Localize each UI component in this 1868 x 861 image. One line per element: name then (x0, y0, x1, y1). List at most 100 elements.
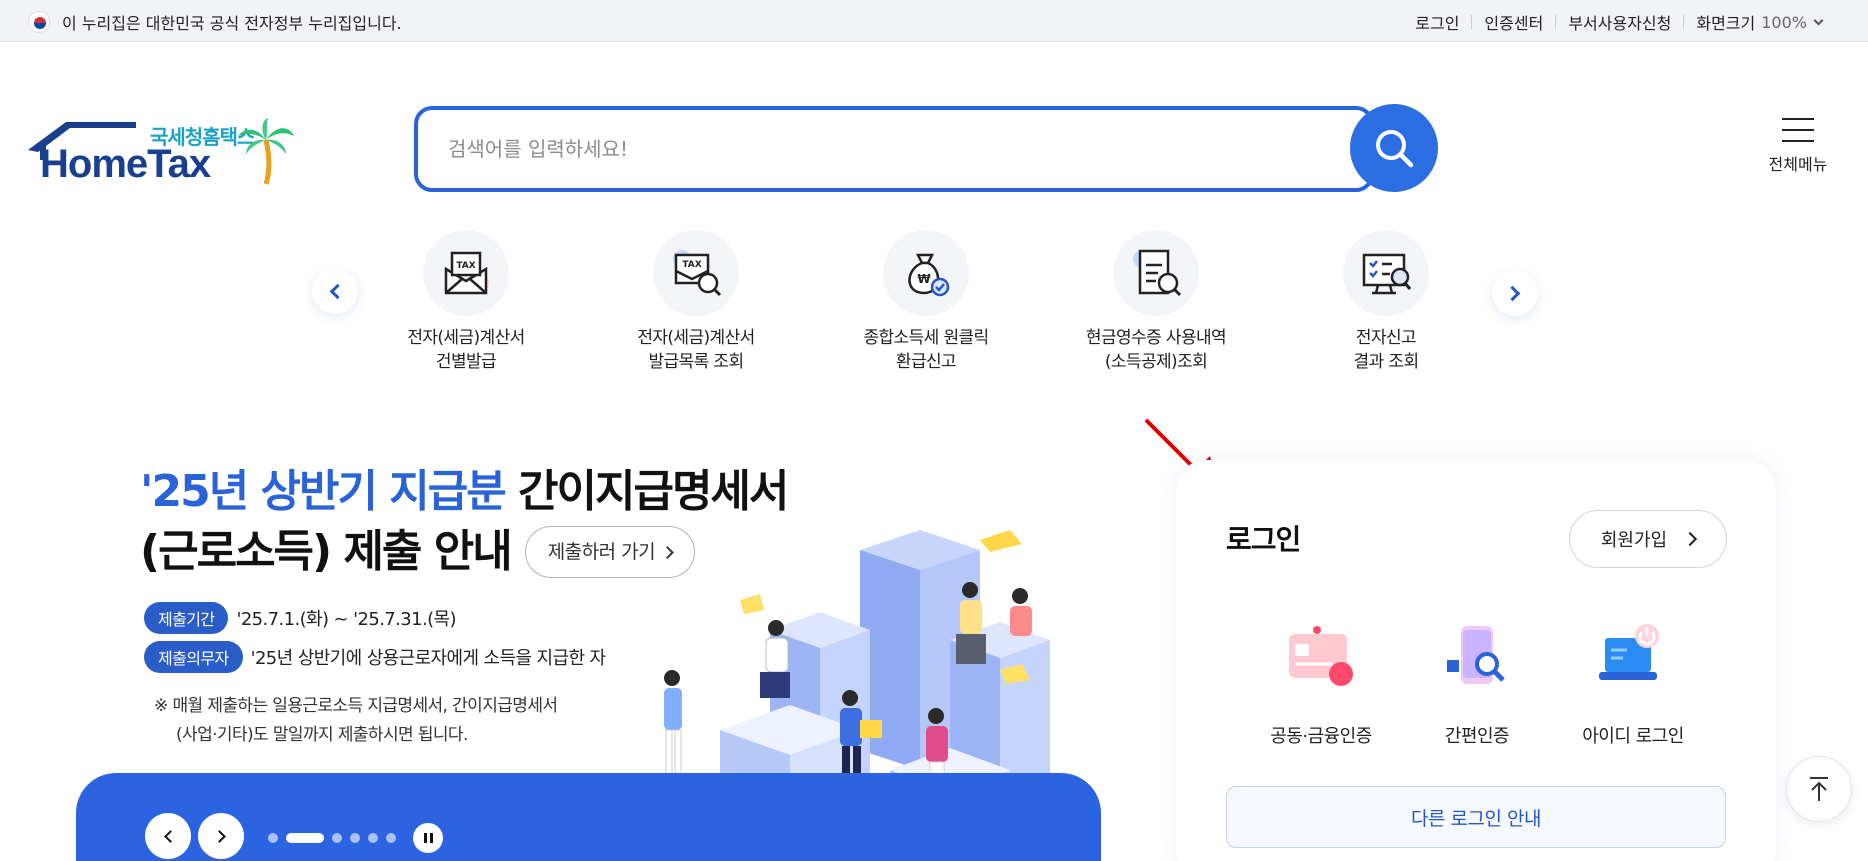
login-option-simple[interactable]: 간편인증 (1392, 620, 1562, 748)
chevron-left-icon (329, 283, 346, 299)
zoom-dropdown[interactable]: 화면크기 100% (1696, 10, 1824, 34)
duty-text: '25년 상반기에 상용근로자에게 소득을 지급한 자 (250, 648, 607, 669)
period-badge: 제출기간 (144, 602, 229, 634)
gov-notice-text[interactable]: 이 누리집은 대한민국 공식 전자정부 누리집입니다. (62, 10, 402, 34)
certificate-card-icon (1289, 626, 1353, 686)
quick-menu-item[interactable]: 현금영수증 사용내역 (소득공제)조회 (1056, 230, 1256, 374)
banner-note: ※ 매월 제출하는 일용근로소득 지급명세서, 간이지급명세서 (사업·기타)도… (154, 692, 558, 750)
quick-menu-item[interactable]: ₩ 종합소득세 원클릭 환급신고 (826, 230, 1026, 374)
quick-menu-label-line1: 전자(세금)계산서 (407, 328, 525, 348)
utility-cert-center-link[interactable]: 인증센터 (1484, 10, 1543, 34)
quick-menu-label-line1: 전자(세금)계산서 (637, 328, 755, 348)
quick-menu-label: 전자(세금)계산서 건별발급 (366, 326, 566, 374)
chevron-right-icon (1683, 531, 1698, 547)
quick-menu-label: 현금영수증 사용내역 (소득공제)조회 (1056, 326, 1256, 374)
login-option-label: 간편인증 (1444, 726, 1510, 747)
chevron-left-icon (163, 829, 177, 843)
login-option-id[interactable]: 아이디 로그인 (1548, 620, 1718, 748)
arrow-up-icon (1810, 777, 1828, 801)
login-card: 로그인 회원가입 공동·금융인증 간편인증 아이디 로그인 다른 로그인 안내 (1176, 460, 1776, 861)
full-menu-label: 전체메뉴 (1768, 155, 1828, 174)
divider (1555, 15, 1557, 29)
pause-icon (423, 833, 427, 843)
quick-menu-label: 종합소득세 원클릭 환급신고 (826, 326, 1026, 374)
join-button[interactable]: 회원가입 (1569, 510, 1727, 568)
other-login-label: 다른 로그인 안내 (1411, 807, 1541, 830)
quick-menu-prev-button[interactable] (312, 268, 358, 314)
quick-menu-label: 전자(세금)계산서 발급목록 조회 (596, 326, 796, 374)
receipt-search-icon (1113, 230, 1199, 316)
utility-dept-user-link[interactable]: 부서사용자신청 (1568, 10, 1671, 34)
banner-title-text: 간이지급명세서 (518, 466, 789, 517)
svg-text:TAX: TAX (682, 260, 701, 270)
quick-menu-label: 전자신고 결과 조회 (1286, 326, 1486, 374)
laptop-power-icon (1599, 624, 1659, 680)
search-icon (1376, 130, 1414, 168)
banner-note-line1: ※ 매월 제출하는 일용근로소득 지급명세서, 간이지급명세서 (154, 696, 558, 716)
join-label: 회원가입 (1600, 530, 1668, 551)
period-text: '25.7.1.(화) ~ '25.7.31.(목) (236, 609, 456, 630)
pagination-dot[interactable] (286, 833, 324, 843)
duty-badge: 제출의무자 (144, 641, 243, 673)
banner-duty-row: 제출의무자 '25년 상반기에 상용근로자에게 소득을 지급한 자 (144, 641, 606, 673)
hamburger-icon (1782, 118, 1814, 142)
full-menu-button[interactable]: 전체메뉴 (1760, 118, 1836, 184)
svg-text:TAX: TAX (456, 261, 475, 271)
chevron-right-icon (1504, 285, 1521, 301)
chevron-down-icon (1813, 15, 1824, 25)
quick-menu-label-line1: 현금영수증 사용내역 (1085, 328, 1227, 348)
hometax-logo[interactable]: 국세청홈택스 HomeTax (26, 116, 306, 190)
banner-prev-button[interactable] (145, 813, 191, 859)
quick-menu-label-line2: (소득공제)조회 (1104, 352, 1208, 372)
monitor-check-icon (1343, 230, 1429, 316)
pagination-dot[interactable] (386, 833, 396, 843)
other-login-button[interactable]: 다른 로그인 안내 (1226, 786, 1726, 848)
quick-menu-label-line1: 종합소득세 원클릭 (863, 328, 989, 348)
banner-pagination (268, 833, 396, 843)
divider (1471, 15, 1473, 29)
logo-english-text: HomeTax (40, 142, 211, 186)
login-option-label: 공동·금융인증 (1270, 726, 1372, 747)
palm-tree-icon (238, 118, 294, 185)
chevron-right-icon (212, 829, 226, 843)
korea-flag-icon (28, 11, 50, 33)
search-button[interactable] (1350, 104, 1438, 192)
banner-next-button[interactable] (198, 813, 244, 859)
money-bag-icon: ₩ (883, 230, 969, 316)
tax-invoice-search-icon: TAX (653, 230, 739, 316)
banner-period-row: 제출기간 '25.7.1.(화) ~ '25.7.31.(목) (144, 602, 457, 634)
quick-menu-next-button[interactable] (1492, 270, 1538, 316)
search-box (414, 106, 1374, 192)
simple-auth-phone-icon (1447, 626, 1505, 684)
quick-menu-label-line2: 결과 조회 (1353, 352, 1420, 372)
login-option-label: 아이디 로그인 (1582, 726, 1684, 747)
pagination-dot[interactable] (268, 833, 278, 843)
login-title: 로그인 (1226, 523, 1301, 556)
quick-menu-item[interactable]: 전자신고 결과 조회 (1286, 230, 1486, 374)
quick-menu-item[interactable]: TAX 전자(세금)계산서 발급목록 조회 (596, 230, 796, 374)
divider (1683, 15, 1685, 29)
zoom-label: 화면크기 (1696, 14, 1756, 33)
quick-menu-label-line1: 전자신고 (1355, 328, 1417, 348)
svg-text:₩: ₩ (917, 272, 931, 286)
banner-title-line2: (근로소득) 제출 안내 (140, 526, 513, 577)
banner-title-highlight: '25년 상반기 지급분 (140, 466, 507, 517)
banner-pause-button[interactable] (413, 823, 443, 853)
quick-menu-item[interactable]: TAX 전자(세금)계산서 건별발급 (366, 230, 566, 374)
login-option-cert[interactable]: 공동·금융인증 (1236, 620, 1406, 748)
zoom-value: 100% (1761, 12, 1807, 32)
gov-notice: 이 누리집은 대한민국 공식 전자정부 누리집입니다. (28, 10, 402, 34)
tax-invoice-envelope-icon: TAX (423, 230, 509, 316)
pagination-dot[interactable] (332, 833, 342, 843)
scroll-top-button[interactable] (1786, 756, 1852, 822)
quick-menu-label-line2: 건별발급 (435, 352, 497, 372)
utility-login-link[interactable]: 로그인 (1415, 10, 1459, 34)
search-input[interactable] (448, 130, 1268, 168)
quick-menu-label-line2: 환급신고 (895, 352, 957, 372)
gov-top-bar: 이 누리집은 대한민국 공식 전자정부 누리집입니다. 로그인 인증센터 부서사… (0, 0, 1868, 42)
quick-menu-label-line2: 발급목록 조회 (648, 352, 744, 372)
pagination-dot[interactable] (368, 833, 378, 843)
banner-note-line2: (사업·기타)도 말일까지 제출하시면 됩니다. (176, 725, 468, 745)
pagination-dot[interactable] (350, 833, 360, 843)
utility-links: 로그인 인증센터 부서사용자신청 화면크기 100% (1415, 10, 1824, 34)
